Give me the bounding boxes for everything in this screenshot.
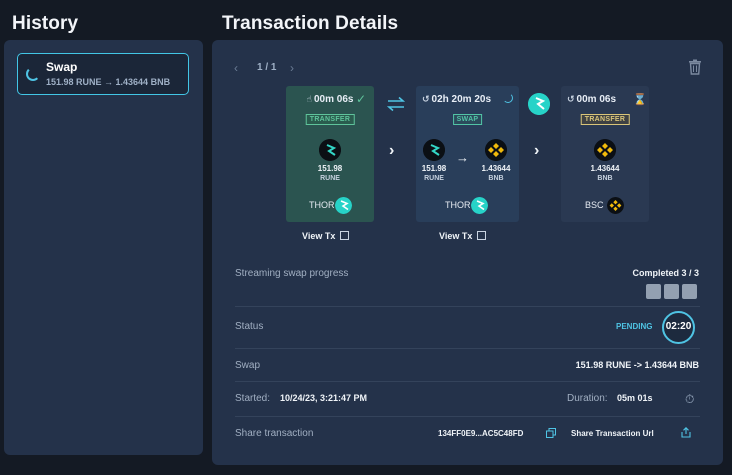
chevron-right-icon: › bbox=[534, 142, 540, 159]
copy-icon[interactable] bbox=[546, 428, 556, 438]
chain-label: THOR bbox=[445, 200, 471, 210]
pager-label: 1 / 1 bbox=[257, 62, 277, 73]
rune-coin-icon bbox=[423, 139, 445, 161]
divider bbox=[235, 306, 700, 307]
history-icon: ↺ bbox=[567, 94, 575, 104]
progress-completed: Completed 3 / 3 bbox=[632, 268, 699, 278]
history-item-subtitle: 151.98 RUNE → 1.43644 BNB bbox=[46, 77, 171, 87]
leg-transfer-bsc: ↺ 00m 06s ⌛ TRANSFER 1.43644 BNB BSC bbox=[561, 86, 649, 222]
status-badge: PENDING bbox=[616, 322, 653, 331]
started-label: Started: bbox=[235, 393, 271, 404]
leg-badge: SWAP bbox=[452, 114, 483, 125]
duration-value: 05m 01s bbox=[617, 393, 653, 403]
chevron-right-icon: › bbox=[389, 142, 395, 159]
leg-ticker: RUNE bbox=[320, 175, 340, 182]
leg-swap-thor: ↺ 02h 20m 20s SWAP 151.98 RUNE → 1.43644 … bbox=[416, 86, 519, 222]
pager-next-button[interactable]: › bbox=[290, 61, 294, 75]
progress-step bbox=[682, 284, 697, 299]
share-label: Share transaction bbox=[235, 428, 314, 439]
bnb-coin-icon bbox=[485, 139, 507, 161]
leg-to-ticker: BNB bbox=[488, 175, 504, 182]
transaction-hash: 134FF0E9...AC5C48FD bbox=[438, 429, 524, 438]
spinner-icon bbox=[503, 93, 513, 103]
swap-value: 151.98 RUNE -> 1.43644 BNB bbox=[575, 360, 699, 370]
leg-from-amount: 151.98 bbox=[421, 164, 447, 173]
history-item-swap[interactable]: Swap 151.98 RUNE → 1.43644 BNB bbox=[17, 53, 189, 95]
duration-label: Duration: bbox=[567, 393, 608, 404]
view-tx-link-1[interactable]: View Tx bbox=[302, 231, 350, 241]
divider bbox=[235, 416, 700, 417]
rune-coin-icon bbox=[319, 139, 341, 161]
chevron-right-icon: › bbox=[290, 61, 294, 75]
history-title: History bbox=[12, 13, 79, 34]
chain-label: THOR bbox=[309, 200, 335, 210]
check-icon: ✓ bbox=[356, 92, 367, 106]
share-transaction-url-button[interactable]: Share Transaction Url bbox=[571, 429, 654, 438]
progress-step bbox=[646, 284, 661, 299]
countdown-timer: 02:20 bbox=[662, 311, 695, 344]
swap-label: Swap bbox=[235, 360, 261, 371]
share-icon[interactable] bbox=[681, 427, 691, 438]
thumbs-up-icon: ☝ bbox=[306, 94, 312, 104]
chevron-left-icon: ‹ bbox=[234, 61, 238, 75]
timer-icon[interactable]: ⏱ bbox=[685, 392, 694, 407]
leg-from-ticker: RUNE bbox=[424, 175, 444, 182]
leg-badge: TRANSFER bbox=[580, 114, 630, 125]
history-icon: ↺ bbox=[422, 94, 430, 104]
bnb-chain-icon bbox=[607, 197, 624, 214]
divider bbox=[235, 348, 700, 349]
bnb-coin-icon bbox=[594, 139, 616, 161]
started-value: 10/24/23, 3:21:47 PM bbox=[280, 393, 368, 403]
external-link-icon bbox=[340, 231, 350, 240]
hourglass-icon: ⌛ bbox=[633, 94, 647, 106]
leg-amount: 1.43644 bbox=[590, 164, 620, 173]
leg-to-amount: 1.43644 bbox=[481, 164, 511, 173]
leg-badge: TRANSFER bbox=[305, 114, 355, 125]
countdown-text: 02:20 bbox=[665, 321, 692, 332]
spinner-icon bbox=[26, 67, 40, 81]
swap-arrows-icon bbox=[386, 96, 406, 112]
status-label: Status bbox=[235, 321, 264, 332]
view-tx-link-2[interactable]: View Tx bbox=[439, 231, 487, 241]
history-panel: Swap 151.98 RUNE → 1.43644 BNB bbox=[4, 40, 203, 455]
arrow-right-icon: → bbox=[456, 150, 469, 165]
transaction-details-panel: ‹ 1 / 1 › ☝ 00m 06s ✓ TRANSFER 151.98 RUN… bbox=[212, 40, 723, 465]
leg-ticker: BNB bbox=[597, 175, 613, 182]
divider bbox=[235, 381, 700, 382]
transaction-details-title: Transaction Details bbox=[222, 13, 399, 34]
pager-prev-button[interactable]: ‹ bbox=[234, 61, 238, 75]
progress-label: Streaming swap progress bbox=[235, 268, 349, 279]
leg-amount: 151.98 bbox=[317, 164, 343, 173]
thorchain-icon bbox=[335, 197, 352, 214]
leg-transfer-thor: ☝ 00m 06s ✓ TRANSFER 151.98 RUNE THOR bbox=[286, 86, 374, 222]
thorchain-icon bbox=[471, 197, 488, 214]
external-link-icon bbox=[477, 231, 487, 240]
thorchain-icon bbox=[528, 93, 550, 115]
chain-label: BSC bbox=[585, 200, 604, 210]
trash-icon[interactable] bbox=[688, 59, 702, 75]
progress-step bbox=[664, 284, 679, 299]
history-item-title: Swap bbox=[46, 60, 78, 74]
